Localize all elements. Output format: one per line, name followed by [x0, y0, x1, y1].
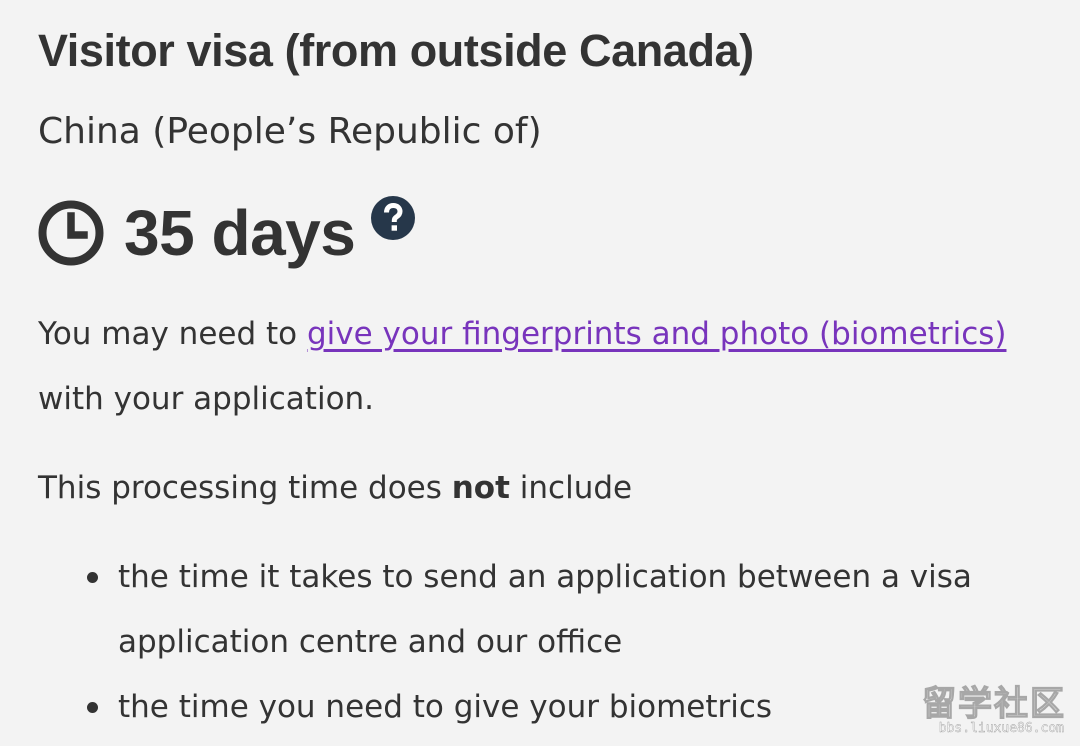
processing-time-row: 35 days: [38, 188, 416, 278]
bullet-icon: [87, 572, 98, 583]
question-circle-icon[interactable]: [371, 196, 416, 240]
processing-note-suffix: include: [509, 470, 633, 506]
exclusions-list: the time it takes to send an application…: [38, 545, 1068, 740]
page-title: Visitor visa (from outside Canada): [38, 25, 754, 76]
list-item-text: the time it takes to send an application…: [118, 559, 972, 660]
watermark: 留学社区 bbs.liuxue86.com: [916, 676, 1066, 736]
processing-note: This processing time does not include: [38, 456, 1068, 521]
processing-note-prefix: This processing time does: [38, 470, 452, 506]
bullet-icon: [87, 702, 98, 713]
country-name: China (People’s Republic of): [38, 111, 542, 152]
biometrics-suffix: with your application.: [38, 381, 375, 417]
list-item: the time it takes to send an application…: [38, 545, 1068, 675]
list-item-text: the time you need to give your biometric…: [118, 689, 773, 725]
clock-icon: [38, 200, 104, 266]
watermark-text: 留学社区: [921, 683, 1066, 724]
list-item: the time you need to give your biometric…: [38, 675, 1068, 740]
biometrics-link[interactable]: give your fingerprints and photo (biomet…: [307, 316, 1007, 352]
processing-note-emphasis: not: [451, 470, 510, 506]
watermark-url: bbs.liuxue86.com: [938, 721, 1065, 736]
biometrics-paragraph: You may need to give your fingerprints a…: [38, 302, 1068, 432]
biometrics-prefix: You may need to: [38, 316, 307, 352]
processing-time-value: 35 days: [124, 197, 356, 269]
